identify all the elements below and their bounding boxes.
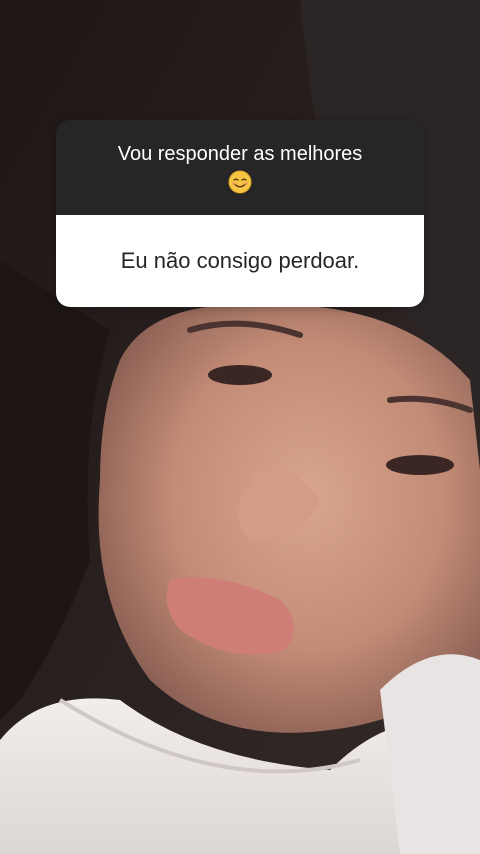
question-sticker[interactable]: Vou responder as melhores Eu não consigo… bbox=[56, 120, 424, 307]
question-answer: Eu não consigo perdoar. bbox=[56, 215, 424, 307]
smiling-face-emoji-icon bbox=[228, 170, 252, 193]
question-sticker-header: Vou responder as melhores bbox=[56, 120, 424, 215]
question-prompt: Vou responder as melhores bbox=[117, 142, 363, 165]
